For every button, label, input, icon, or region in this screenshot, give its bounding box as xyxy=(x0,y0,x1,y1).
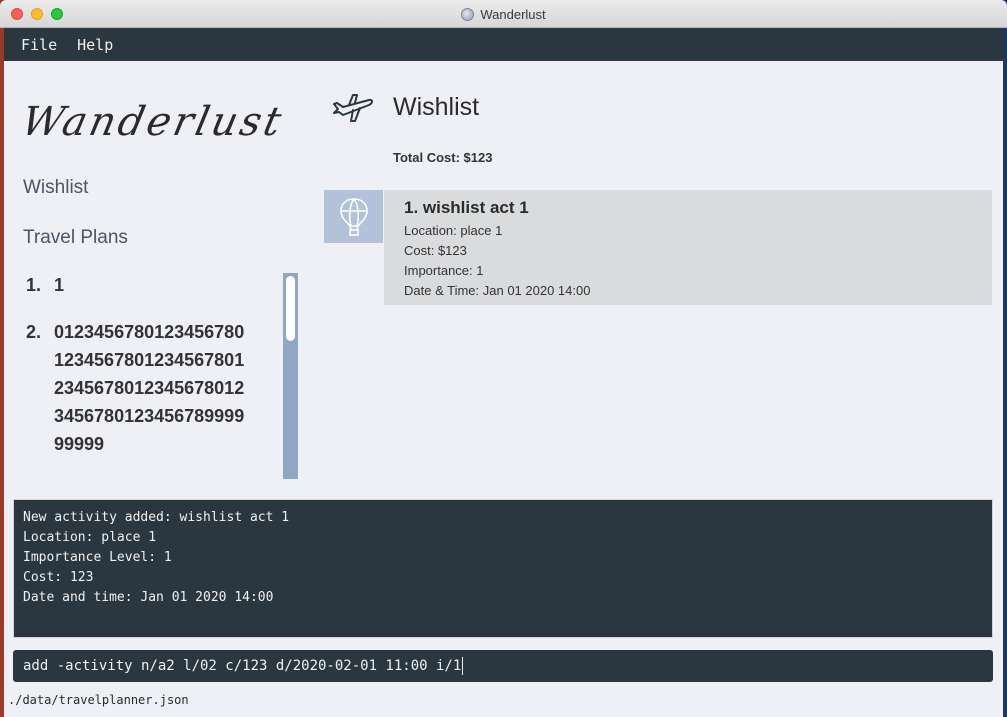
app-window: Wanderlust File Help Wanderlust Wishlist… xyxy=(0,0,1007,717)
list-item[interactable]: 1. 1 xyxy=(26,271,281,299)
list-item-number: 2. xyxy=(26,322,42,342)
command-input[interactable]: add -activity n/a2 l/02 c/123 d/2020-02-… xyxy=(13,650,993,682)
menu-file[interactable]: File xyxy=(4,36,67,54)
menu-bar: File Help xyxy=(4,28,1003,61)
status-bar-file-path: ./data/travelplanner.json xyxy=(8,693,189,707)
globe-icon xyxy=(461,7,475,21)
activity-card[interactable]: 1. wishlist act 1 Location: place 1 Cost… xyxy=(384,190,992,305)
list-item[interactable]: 2. 0123456780123456780123456780123456780… xyxy=(26,318,281,458)
result-line: Cost: 123 xyxy=(23,570,94,585)
scrollbar-thumb[interactable] xyxy=(286,276,295,341)
menu-help[interactable]: Help xyxy=(67,36,123,54)
nav-wishlist[interactable]: Wishlist xyxy=(23,177,88,199)
activity-icon-box xyxy=(324,190,383,243)
hot-air-balloon-icon xyxy=(339,197,368,236)
result-line: New activity added: wishlist act 1 xyxy=(23,510,290,525)
travel-plan-list[interactable]: 1. 1 2. 01234567801234567801234567801234… xyxy=(26,271,281,479)
result-line: Location: place 1 xyxy=(23,530,157,545)
command-text: add -activity n/a2 l/02 c/123 d/2020-02-… xyxy=(23,658,462,674)
nav-travel-plans[interactable]: Travel Plans xyxy=(23,227,128,249)
text-caret xyxy=(462,657,464,675)
activity-title: 1. wishlist act 1 xyxy=(404,198,529,217)
window-title-group: Wanderlust xyxy=(0,0,1007,28)
window-title: Wanderlust xyxy=(480,6,546,22)
activity-cost: Cost: $123 xyxy=(404,243,467,258)
activity-importance: Importance: 1 xyxy=(404,263,484,278)
result-line: Date and time: Jan 01 2020 14:00 xyxy=(23,590,274,605)
airplane-icon xyxy=(333,94,373,122)
plan-list-scrollbar[interactable] xyxy=(283,273,298,479)
activity-location: Location: place 1 xyxy=(404,223,503,238)
title-bar[interactable]: Wanderlust xyxy=(0,0,1007,28)
result-line: Importance Level: 1 xyxy=(23,550,172,565)
list-item-number: 1. xyxy=(26,275,42,295)
activity-datetime: Date & Time: Jan 01 2020 14:00 xyxy=(404,283,591,298)
result-display: New activity added: wishlist act 1 Locat… xyxy=(13,499,993,638)
main-content: Wanderlust Wishlist Travel Plans 1. 1 2.… xyxy=(4,61,1003,717)
total-cost-label: Total Cost: $123 xyxy=(393,150,493,165)
app-logo: Wanderlust xyxy=(17,99,289,145)
list-item-name: 0123456780123456780123456780123456780123… xyxy=(54,322,245,454)
list-item-name: 1 xyxy=(54,275,65,295)
page-title: Wishlist xyxy=(393,93,480,121)
